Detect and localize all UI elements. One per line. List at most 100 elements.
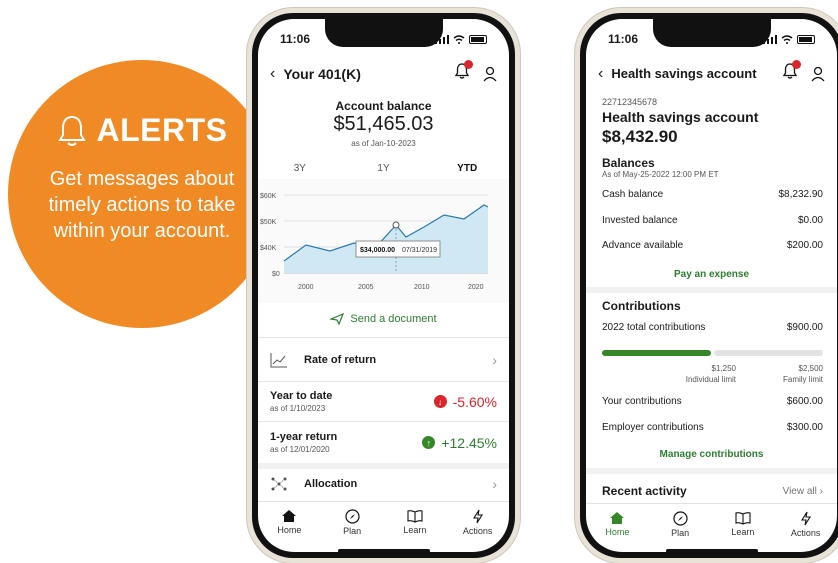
lightning-icon	[472, 509, 483, 524]
profile-icon[interactable]	[483, 66, 497, 82]
tab-plan[interactable]: Plan	[654, 511, 706, 538]
balance-chart[interactable]: $34,000.00 07/31/2019 $60K $50K $40K $0 …	[258, 179, 509, 303]
manage-contributions-link[interactable]: Manage contributions	[586, 449, 837, 460]
tab-plan-label: Plan	[671, 528, 690, 538]
compass-icon	[345, 509, 360, 524]
x-tick: 2020	[468, 284, 484, 291]
compass-icon	[673, 511, 688, 526]
ytd-date: as of 1/10/2023	[270, 404, 326, 413]
notch	[652, 19, 771, 47]
chevron-right-icon: ›	[819, 486, 823, 497]
promo-title: ALERTS	[96, 112, 228, 148]
tab-learn[interactable]: Learn	[717, 511, 769, 538]
tooltip-value: $34,000.00	[360, 247, 395, 254]
family-progress	[714, 350, 823, 356]
notification-dot	[792, 60, 801, 69]
individual-fill	[602, 350, 711, 356]
x-tick: 2005	[358, 284, 374, 291]
send-document-label: Send a document	[350, 313, 437, 325]
family-limit-label: Family limit	[783, 375, 823, 384]
tab-home[interactable]: Home	[591, 511, 643, 538]
phone-401k: 11:06 ‹ Your 401(K) Account balance $51,…	[247, 8, 520, 563]
book-icon	[407, 510, 423, 523]
ytd-value: -5.60%	[452, 393, 497, 410]
tab-actions-label: Actions	[790, 528, 821, 538]
lightning-icon	[800, 511, 811, 526]
tab-actions[interactable]: Actions	[780, 511, 832, 538]
home-icon	[610, 512, 625, 524]
your-value: $600.00	[786, 396, 823, 407]
status-time: 11:06	[608, 32, 639, 46]
allocation-row[interactable]: Allocation ›	[258, 463, 509, 499]
ytd-return: ↓ -5.60%	[433, 393, 497, 410]
recent-activity-title: Recent activity	[602, 484, 687, 498]
screen-hsa: 11:06 ‹ Health savings account 227123456…	[586, 19, 837, 552]
individual-limit-value: $1,250	[711, 364, 736, 373]
tab-bar: Home Plan Learn Actions	[258, 501, 509, 536]
individual-limit-label: Individual limit	[685, 375, 736, 384]
page-title: Your 401(K)	[283, 65, 361, 82]
profile-icon[interactable]	[811, 66, 825, 82]
battery-icon	[797, 34, 815, 44]
book-icon	[735, 512, 751, 525]
tab-plan[interactable]: Plan	[326, 509, 378, 536]
one-year-date: as of 12/01/2020	[270, 445, 330, 454]
your-label: Your contributions	[602, 396, 682, 407]
notifications-button[interactable]	[454, 60, 473, 84]
contribution-progress	[602, 350, 823, 356]
total-label: 2022 total contributions	[602, 322, 706, 333]
back-icon[interactable]: ‹	[598, 65, 603, 83]
home-icon	[282, 510, 297, 522]
individual-limit: $1,250 Individual limit	[676, 363, 736, 385]
balance-label: Account balance	[335, 99, 432, 113]
tab-learn[interactable]: Learn	[389, 509, 441, 536]
wifi-icon	[453, 34, 465, 44]
battery-icon	[469, 34, 487, 44]
section-divider	[586, 468, 837, 474]
advance-row: Advance available $200.00	[602, 240, 823, 251]
y-tick: $40K	[260, 245, 277, 252]
tab-home[interactable]: Home	[263, 509, 315, 536]
balance-chart-svg: $34,000.00 07/31/2019 $60K $50K $40K $0 …	[260, 193, 489, 291]
your-contrib-row: Your contributions $600.00	[602, 396, 823, 407]
account-name: Health savings account	[602, 109, 759, 125]
balance-value: $51,465.03	[333, 113, 434, 135]
advance-label: Advance available	[602, 240, 684, 251]
bell-icon	[57, 115, 86, 146]
contributions-title: Contributions	[602, 299, 681, 313]
send-document-link[interactable]: Send a document	[258, 313, 509, 325]
individual-progress	[602, 350, 711, 356]
ytd-row: Year to date as of 1/10/2023 ↓ -5.60%	[258, 381, 509, 421]
chevron-right-icon: ›	[492, 351, 497, 368]
tab-bar: Home Plan Learn Actions	[586, 503, 837, 538]
notch	[324, 19, 443, 47]
one-year-title: 1-year return	[270, 431, 338, 443]
tab-actions-label: Actions	[462, 526, 493, 536]
home-indicator	[337, 549, 430, 552]
header: ‹ Your 401(K)	[258, 60, 509, 84]
notifications-button[interactable]	[782, 60, 801, 84]
total-contrib-row: 2022 total contributions $900.00	[602, 322, 823, 333]
one-year-row: 1-year return as of 12/01/2020 ↑ +12.45%	[258, 421, 509, 463]
tooltip-point	[392, 221, 400, 229]
employer-value: $300.00	[786, 422, 823, 433]
one-year-return: ↑ +12.45%	[422, 435, 497, 451]
chevron-right-icon: ›	[492, 476, 497, 492]
rate-of-return-row[interactable]: Rate of return ›	[258, 337, 509, 381]
family-limit: $2,500 Family limit	[763, 363, 823, 385]
back-icon[interactable]: ‹	[270, 65, 275, 83]
cash-value: $8,232.90	[778, 189, 824, 200]
page-title: Health savings account	[611, 66, 757, 81]
view-all-link[interactable]: View all ›	[783, 486, 823, 497]
x-tick: 2010	[414, 284, 430, 291]
pay-expense-link[interactable]: Pay an expense	[586, 269, 837, 280]
tab-actions[interactable]: Actions	[452, 509, 504, 536]
phone-hsa: 11:06 ‹ Health savings account 227123456…	[575, 8, 838, 563]
tab-learn-label: Learn	[731, 527, 755, 537]
wifi-icon	[781, 34, 793, 44]
balances-asof: As of May-25-2022 12:00 PM ET	[602, 170, 719, 179]
balances-title: Balances	[602, 156, 655, 170]
notification-dot	[464, 60, 473, 69]
area-fill	[284, 205, 488, 273]
one-year-value: +12.45%	[441, 434, 497, 451]
